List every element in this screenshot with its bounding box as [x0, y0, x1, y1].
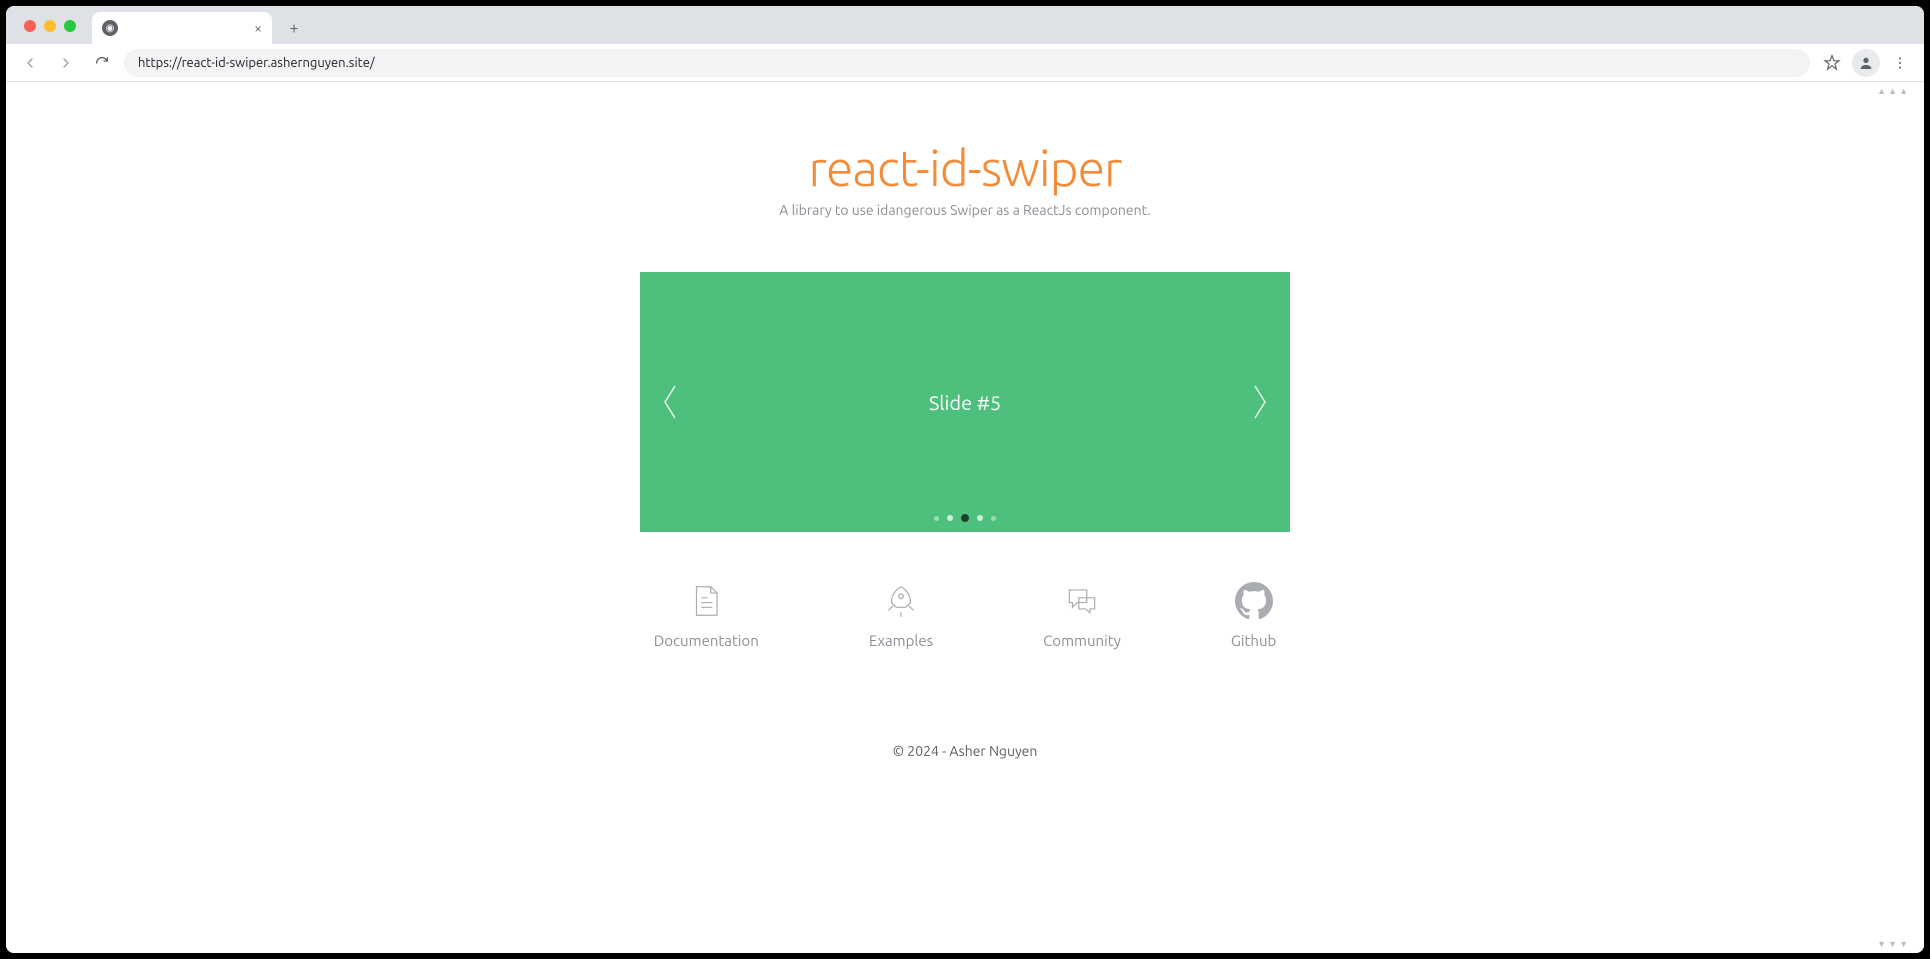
toolbar-right: [1818, 49, 1914, 77]
swiper-prev-button[interactable]: [658, 380, 682, 424]
scroll-up-indicator: ▲ ▲ ▲: [1877, 86, 1908, 96]
nav-links: Documentation Examples Community: [654, 582, 1277, 649]
chat-icon: [1063, 582, 1101, 620]
browser-window: ◉ × + https://react-id-swiper.ashernguye…: [6, 6, 1924, 953]
swiper-container[interactable]: Slide #5: [640, 272, 1290, 532]
close-tab-icon[interactable]: ×: [254, 20, 262, 36]
new-tab-button[interactable]: +: [280, 14, 308, 42]
reload-button[interactable]: [88, 49, 116, 77]
footer-text: © 2024 - Asher Nguyen: [893, 743, 1038, 779]
address-bar[interactable]: https://react-id-swiper.ashernguyen.site…: [124, 49, 1810, 77]
nav-link-label: Examples: [869, 632, 933, 649]
browser-toolbar: https://react-id-swiper.ashernguyen.site…: [6, 44, 1924, 82]
nav-link-community[interactable]: Community: [1043, 582, 1121, 649]
nav-link-examples[interactable]: Examples: [869, 582, 933, 649]
nav-link-label: Documentation: [654, 632, 759, 649]
pagination-bullet[interactable]: [934, 516, 939, 521]
back-button[interactable]: [16, 49, 44, 77]
scroll-down-indicator: ▼ ▼ ▼: [1877, 939, 1908, 949]
forward-button[interactable]: [52, 49, 80, 77]
swiper-pagination: [934, 514, 996, 522]
close-window-button[interactable]: [24, 20, 36, 32]
browser-tab[interactable]: ◉ ×: [92, 12, 272, 44]
page-content: react-id-swiper A library to use idanger…: [6, 82, 1924, 779]
nav-link-documentation[interactable]: Documentation: [654, 582, 759, 649]
maximize-window-button[interactable]: [64, 20, 76, 32]
slide-label: Slide #5: [929, 391, 1001, 414]
page-title: react-id-swiper: [809, 140, 1122, 196]
tab-bar: ◉ × +: [6, 6, 1924, 44]
nav-link-label: Github: [1231, 632, 1276, 649]
document-icon: [687, 582, 725, 620]
minimize-window-button[interactable]: [44, 20, 56, 32]
tab-favicon-icon: ◉: [102, 20, 118, 36]
star-icon[interactable]: [1818, 49, 1846, 77]
rocket-icon: [882, 582, 920, 620]
pagination-bullet[interactable]: [977, 515, 983, 521]
pagination-bullet[interactable]: [947, 515, 953, 521]
page-subtitle: A library to use idangerous Swiper as a …: [779, 202, 1150, 218]
url-text: https://react-id-swiper.ashernguyen.site…: [138, 56, 375, 70]
swiper-next-button[interactable]: [1248, 380, 1272, 424]
github-icon: [1235, 582, 1273, 620]
menu-icon[interactable]: [1886, 49, 1914, 77]
page-viewport: ▲ ▲ ▲ react-id-swiper A library to use i…: [6, 82, 1924, 953]
pagination-bullet[interactable]: [991, 516, 996, 521]
nav-link-github[interactable]: Github: [1231, 582, 1276, 649]
nav-link-label: Community: [1043, 632, 1121, 649]
window-controls: [24, 20, 76, 32]
profile-icon[interactable]: [1852, 49, 1880, 77]
pagination-bullet-active[interactable]: [961, 514, 969, 522]
